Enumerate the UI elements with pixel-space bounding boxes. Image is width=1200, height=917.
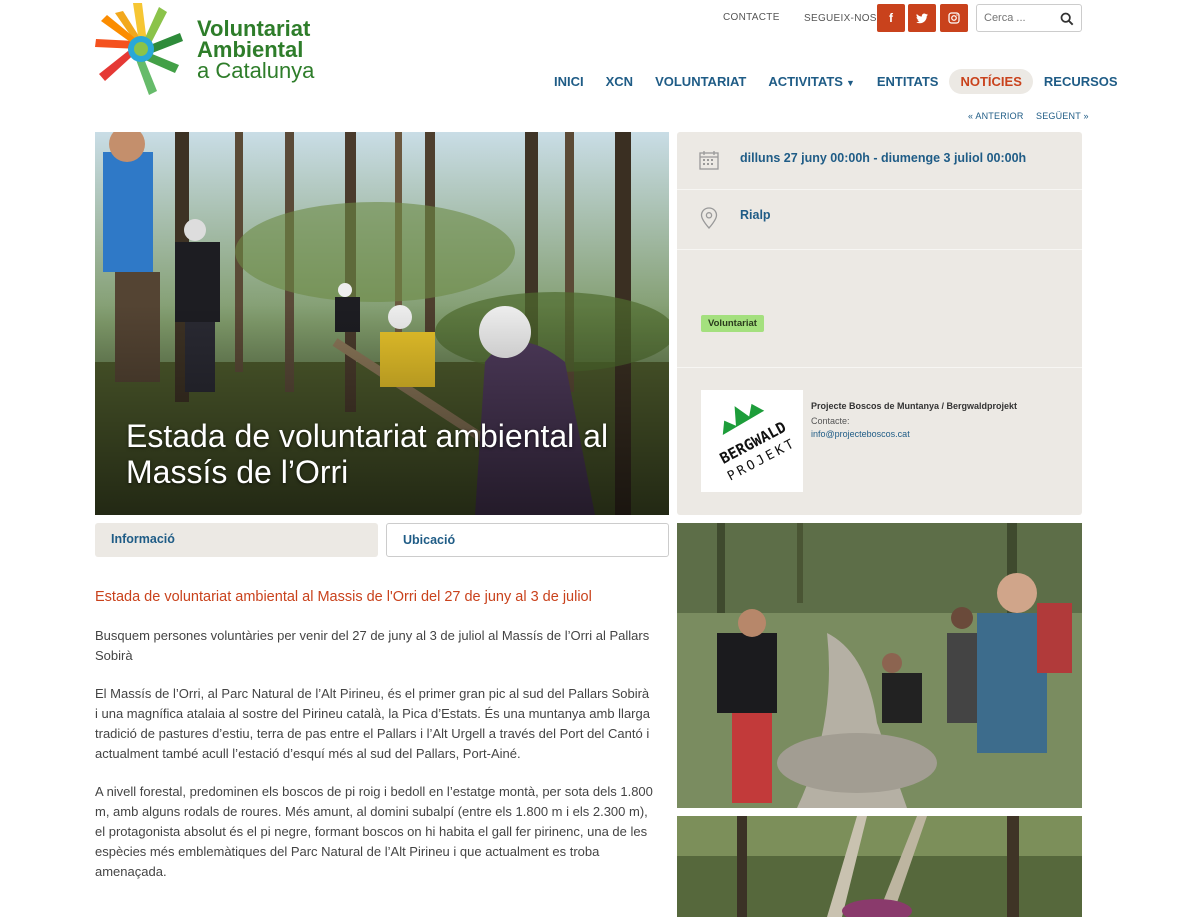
nav-item-xcn[interactable]: XCN (595, 69, 644, 94)
hikers-photo (677, 523, 1082, 808)
nav-item-activitats-label: ACTIVITATS (768, 73, 843, 89)
nav-item-recursos[interactable]: RECURSOS (1033, 69, 1129, 94)
page-title: Estada de voluntariat ambiental al Massí… (126, 418, 609, 490)
nav-item-activitats[interactable]: ACTIVITATS ▼ (757, 69, 866, 94)
site-logo[interactable]: Voluntariat Ambiental a Catalunya (95, 3, 325, 95)
hands-logo-icon (95, 3, 183, 95)
calendar-icon (699, 151, 719, 170)
gallery-photo-forest[interactable] (677, 816, 1082, 917)
nav-item-noticies[interactable]: NOTÍCIES (949, 68, 1033, 94)
chevron-down-icon: ▼ (845, 77, 855, 88)
gallery-photo-hikers[interactable] (677, 523, 1082, 808)
bergwald-logo-icon: BERGWALD PROJEKT (717, 403, 799, 484)
event-tags-row: Voluntariat (677, 250, 1082, 368)
logo-text-line1: Voluntariat (197, 16, 311, 41)
search-box[interactable] (976, 4, 1082, 32)
tab-informacio[interactable]: Informació (95, 523, 378, 557)
map-pin-icon (700, 207, 718, 229)
logo-text-line3: a Catalunya (197, 58, 315, 83)
contact-label: Contacte: (811, 416, 850, 426)
article-lead: Estada de voluntariat ambiental al Massi… (95, 589, 592, 605)
follow-label: SEGUEIX-NOS: (804, 13, 880, 24)
event-place: Rialp (740, 208, 771, 222)
main-nav: INICI XCN VOLUNTARIAT ACTIVITATS ▼ ENTITA… (543, 68, 1129, 94)
contact-link[interactable]: CONTACTE (723, 12, 780, 23)
contact-email-link[interactable]: info@projecteboscos.cat (811, 429, 910, 439)
nav-item-inici[interactable]: INICI (543, 69, 595, 94)
organization-name: Projecte Boscos de Muntanya / Bergwaldpr… (811, 401, 1018, 411)
event-place-row: Rialp (677, 190, 1082, 250)
twitter-icon[interactable] (908, 4, 936, 32)
nav-item-entitats[interactable]: ENTITATS (866, 69, 950, 94)
nav-item-voluntariat[interactable]: VOLUNTARIAT (644, 69, 757, 94)
search-input[interactable] (977, 6, 1057, 30)
event-date: dilluns 27 juny 00:00h - diumenge 3 juli… (740, 151, 1027, 165)
hero-image: Estada de voluntariat ambiental al Massí… (95, 132, 669, 515)
article-paragraph-1: Busquem persones voluntàries per venir d… (95, 628, 650, 663)
article-paragraph-2: El Massís de l’Orri, al Parc Natural de … (95, 686, 650, 761)
tab-ubicacio[interactable]: Ubicació (386, 523, 669, 557)
logo-text-line2: Ambiental (197, 37, 304, 62)
instagram-icon[interactable] (940, 4, 968, 32)
next-link[interactable]: SEGÜENT » (1036, 111, 1089, 121)
organization-logo: BERGWALD PROJEKT (701, 390, 803, 492)
forest-photo (677, 816, 1082, 917)
category-tag[interactable]: Voluntariat (701, 315, 764, 332)
facebook-icon[interactable]: f (877, 4, 905, 32)
event-info-panel: dilluns 27 juny 00:00h - diumenge 3 juli… (677, 132, 1082, 515)
search-icon[interactable] (1060, 12, 1074, 26)
article-body: Estada de voluntariat ambiental al Massi… (95, 586, 655, 900)
previous-link[interactable]: « ANTERIOR (968, 111, 1024, 121)
event-date-row: dilluns 27 juny 00:00h - diumenge 3 juli… (677, 132, 1082, 190)
article-paragraph-3: A nivell forestal, predominen els boscos… (95, 784, 653, 879)
